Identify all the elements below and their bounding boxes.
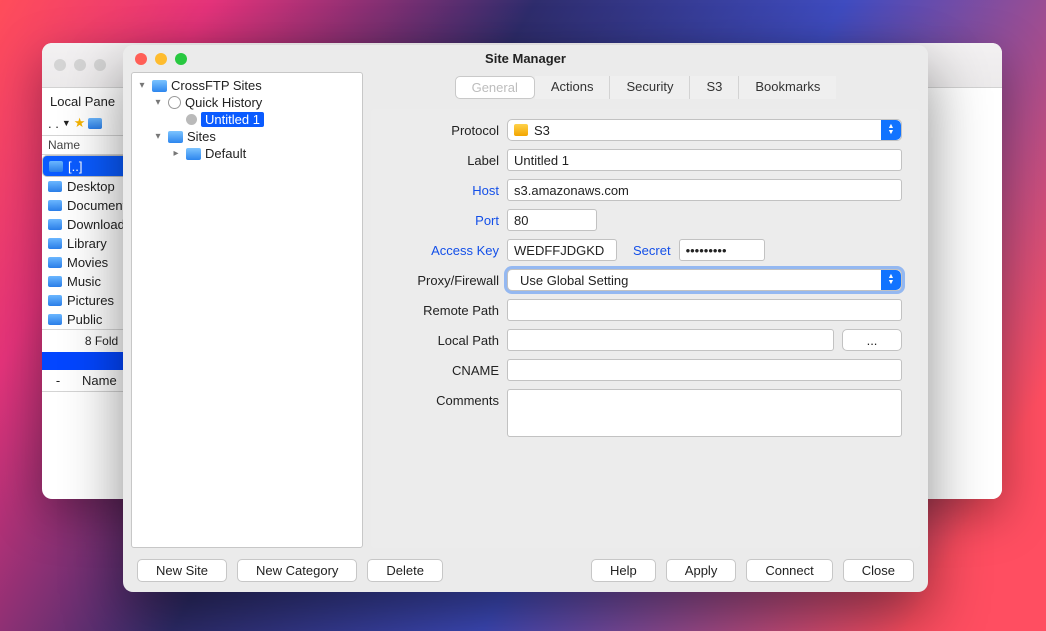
protocol-select[interactable]: S3▲▼	[507, 119, 902, 141]
tree-sites[interactable]: ▾Sites	[132, 128, 362, 145]
star-icon[interactable]: ★	[74, 115, 86, 131]
parent-traffic-lights	[54, 59, 106, 71]
zoom-icon[interactable]	[175, 53, 187, 65]
folder-icon	[152, 80, 167, 92]
dialog-footer: New Site New Category Delete Help Apply …	[123, 548, 928, 592]
new-category-button[interactable]: New Category	[237, 559, 357, 582]
connect-button[interactable]: Connect	[746, 559, 832, 582]
secret-input[interactable]	[679, 239, 765, 261]
label-local-path: Local Path	[389, 333, 499, 348]
site-dot-icon	[186, 114, 197, 125]
dialog-titlebar: Site Manager	[123, 45, 928, 72]
apply-button[interactable]: Apply	[666, 559, 737, 582]
label-comments: Comments	[389, 389, 499, 408]
close-icon[interactable]	[135, 53, 147, 65]
label-cname: CNAME	[389, 363, 499, 378]
label-secret[interactable]: Secret	[633, 243, 671, 258]
tab-bookmarks[interactable]: Bookmarks	[738, 76, 836, 99]
browse-button[interactable]: ...	[842, 329, 902, 351]
label-input[interactable]	[507, 149, 902, 171]
label-remote-path: Remote Path	[389, 303, 499, 318]
new-site-button[interactable]: New Site	[137, 559, 227, 582]
label-protocol: Protocol	[389, 123, 499, 138]
folder-icon	[186, 148, 201, 160]
site-tree[interactable]: ▾CrossFTP Sites ▾Quick History Untitled …	[131, 72, 363, 548]
tab-general[interactable]: General	[455, 76, 535, 99]
tree-history[interactable]: ▾Quick History	[132, 94, 362, 111]
s3-icon	[514, 124, 528, 136]
label-proxy: Proxy/Firewall	[389, 273, 499, 288]
access-key-input[interactable]	[507, 239, 617, 261]
dialog-title: Site Manager	[123, 51, 928, 66]
port-input[interactable]	[507, 209, 597, 231]
label-port[interactable]: Port	[389, 213, 499, 228]
tree-history-item[interactable]: Untitled 1	[132, 111, 362, 128]
help-button[interactable]: Help	[591, 559, 656, 582]
folder-icon[interactable]	[88, 118, 102, 129]
minimize-icon[interactable]	[155, 53, 167, 65]
form-panel: Protocol S3▲▼ Label Host Port Access Key	[371, 109, 920, 548]
comments-input[interactable]	[507, 389, 902, 437]
label-label: Label	[389, 153, 499, 168]
tree-default[interactable]: ▸Default	[132, 145, 362, 162]
cname-input[interactable]	[507, 359, 902, 381]
close-button[interactable]: Close	[843, 559, 914, 582]
chevron-updown-icon: ▲▼	[881, 270, 901, 290]
tab-s3[interactable]: S3	[689, 76, 738, 99]
label-access-key[interactable]: Access Key	[389, 243, 499, 258]
delete-button[interactable]: Delete	[367, 559, 443, 582]
tab-actions[interactable]: Actions	[535, 76, 610, 99]
clock-icon	[168, 96, 181, 109]
local-path-input[interactable]	[507, 329, 834, 351]
folder-icon	[168, 131, 183, 143]
host-input[interactable]	[507, 179, 902, 201]
site-manager-dialog: Site Manager ▾CrossFTP Sites ▾Quick Hist…	[123, 45, 928, 592]
proxy-select[interactable]: Use Global Setting▲▼	[507, 269, 902, 291]
tab-bar: General Actions Security S3 Bookmarks	[371, 76, 920, 99]
tree-root[interactable]: ▾CrossFTP Sites	[132, 77, 362, 94]
tab-security[interactable]: Security	[609, 76, 689, 99]
chevron-updown-icon: ▲▼	[881, 120, 901, 140]
label-host[interactable]: Host	[389, 183, 499, 198]
remote-path-input[interactable]	[507, 299, 902, 321]
